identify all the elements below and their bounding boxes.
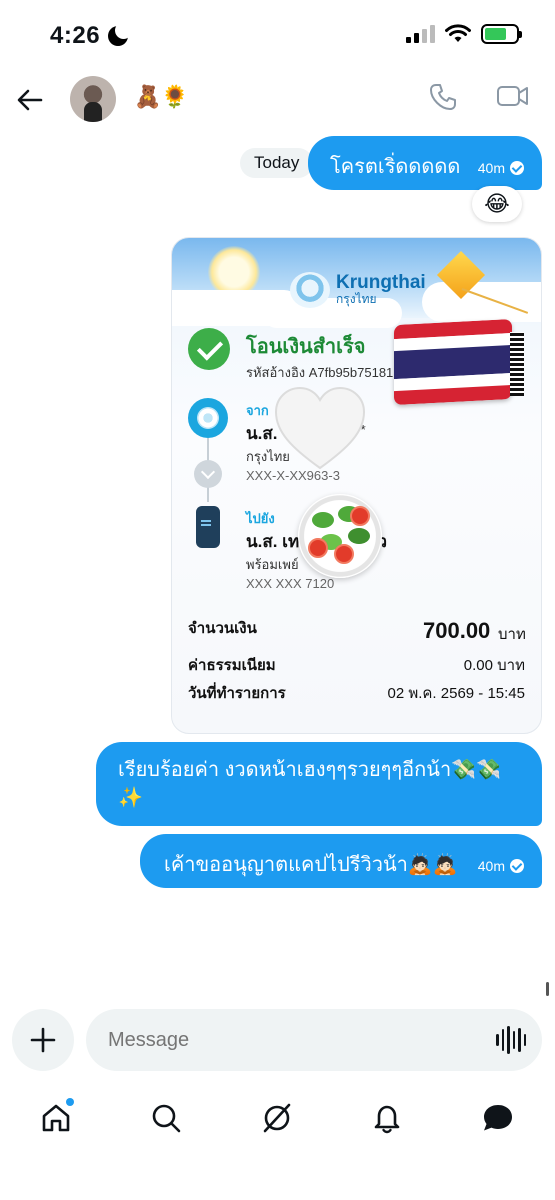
chevron-down-icon — [194, 460, 222, 488]
message-bubble[interactable]: เค้าขออนุญาตแคปไปรีวิวน้า🙇🏻🙇🏻 40m — [140, 834, 542, 888]
message-text: เค้าขออนุญาตแคปไปรีวิวน้า🙇🏻🙇🏻 — [164, 854, 458, 876]
video-camera-icon — [497, 86, 528, 106]
nav-messages[interactable] — [478, 1098, 518, 1138]
bell-icon — [374, 1105, 400, 1134]
plus-icon — [30, 1027, 56, 1053]
date-label: วันที่ทำรายการ — [188, 685, 286, 702]
bottom-navigation — [0, 1090, 555, 1150]
message-bubble[interactable]: เรียบร้อยค่า งวดหน้าเฮงๆๆรวยๆๆอีกน้า💸💸✨ — [96, 742, 542, 826]
message-meta: 40m — [478, 858, 524, 874]
battery-icon — [481, 24, 522, 44]
scrollbar[interactable] — [546, 982, 549, 996]
date-separator: Today — [240, 148, 314, 178]
contact-name[interactable]: 🧸🌻 — [134, 84, 189, 110]
fee-label: ค่าธรรมเนียม — [188, 657, 276, 674]
nav-notifications[interactable] — [367, 1098, 407, 1138]
search-icon — [152, 1104, 181, 1133]
status-bar: 4:26 — [0, 0, 555, 72]
sender-bank-icon — [188, 398, 228, 438]
bank-logo: Krungthai กรุงไทย — [290, 272, 426, 308]
thailand-flag-sticker — [394, 318, 512, 406]
amount-currency: บาท — [498, 626, 526, 643]
fee-value: 0.00 บาท — [463, 657, 525, 674]
white-heart-sticker — [274, 386, 366, 470]
amount-value: 700.00 — [423, 618, 491, 643]
nav-home[interactable] — [36, 1098, 76, 1138]
transfer-status: โอนเงินสำเร็จ — [246, 336, 366, 358]
chat-header: 🧸🌻 — [0, 72, 555, 128]
wifi-icon — [445, 24, 471, 42]
messages-icon — [484, 1105, 512, 1131]
recipient-account: XXX XXX 7120 — [246, 576, 335, 591]
voice-message-button[interactable] — [496, 1026, 526, 1054]
do-not-disturb-icon — [106, 22, 133, 47]
clock-text: 4:26 — [50, 22, 101, 49]
qr-code-icon — [510, 332, 524, 396]
reaction-badge[interactable]: 😂 — [472, 186, 522, 222]
sent-check-icon — [510, 859, 524, 873]
home-icon — [42, 1104, 70, 1132]
salad-sticker — [298, 494, 382, 578]
back-arrow-icon — [17, 89, 43, 111]
date-value: 02 พ.ค. 2569 - 15:45 — [387, 685, 525, 702]
video-call-button[interactable] — [496, 82, 536, 118]
notification-dot — [66, 1098, 74, 1106]
back-button[interactable] — [12, 82, 48, 118]
message-time: 40m — [477, 160, 505, 176]
sent-check-icon — [510, 161, 524, 175]
krungthai-logo-icon — [290, 272, 330, 308]
message-meta: 40m — [478, 160, 524, 176]
add-attachment-button[interactable] — [12, 1009, 74, 1071]
phone-icon — [430, 84, 456, 110]
bank-name: Krungthai — [336, 272, 426, 293]
from-label: จาก — [246, 403, 269, 418]
grok-icon — [263, 1103, 291, 1133]
success-check-icon — [188, 328, 230, 370]
message-text: โครตเริ่ดดดดด — [330, 156, 461, 178]
reference-code: รหัสอ้างอิง A7fb95b75181 — [246, 365, 394, 380]
mobile-phone-icon — [196, 506, 220, 548]
status-indicators — [406, 24, 522, 44]
message-bubble[interactable]: โครตเริ่ดดดดด 40m — [308, 136, 542, 190]
to-label: ไปยัง — [246, 511, 275, 526]
message-text: เรียบร้อยค่า งวดหน้าเฮงๆๆรวยๆๆอีกน้า💸💸✨ — [118, 759, 501, 809]
message-time: 40m — [477, 858, 505, 874]
call-button[interactable] — [428, 82, 464, 118]
cloud-graphic — [422, 282, 541, 322]
status-time: 4:26 — [50, 22, 133, 50]
message-input[interactable] — [86, 1009, 542, 1071]
bank-name-th: กรุงไทย — [336, 292, 377, 306]
recipient-service: พร้อมเพย์ — [246, 557, 299, 572]
recipient-name: น.ส. เท — [246, 532, 300, 551]
transfer-receipt-image[interactable]: Krungthai กรุงไทย โอนเงินสำเร็จ รหัสอ้าง… — [171, 237, 542, 734]
nav-grok[interactable] — [257, 1098, 297, 1138]
nav-search[interactable] — [146, 1098, 186, 1138]
amount-label: จำนวนเงิน — [188, 620, 257, 637]
cellular-signal-icon — [406, 25, 435, 43]
avatar[interactable] — [70, 76, 116, 122]
